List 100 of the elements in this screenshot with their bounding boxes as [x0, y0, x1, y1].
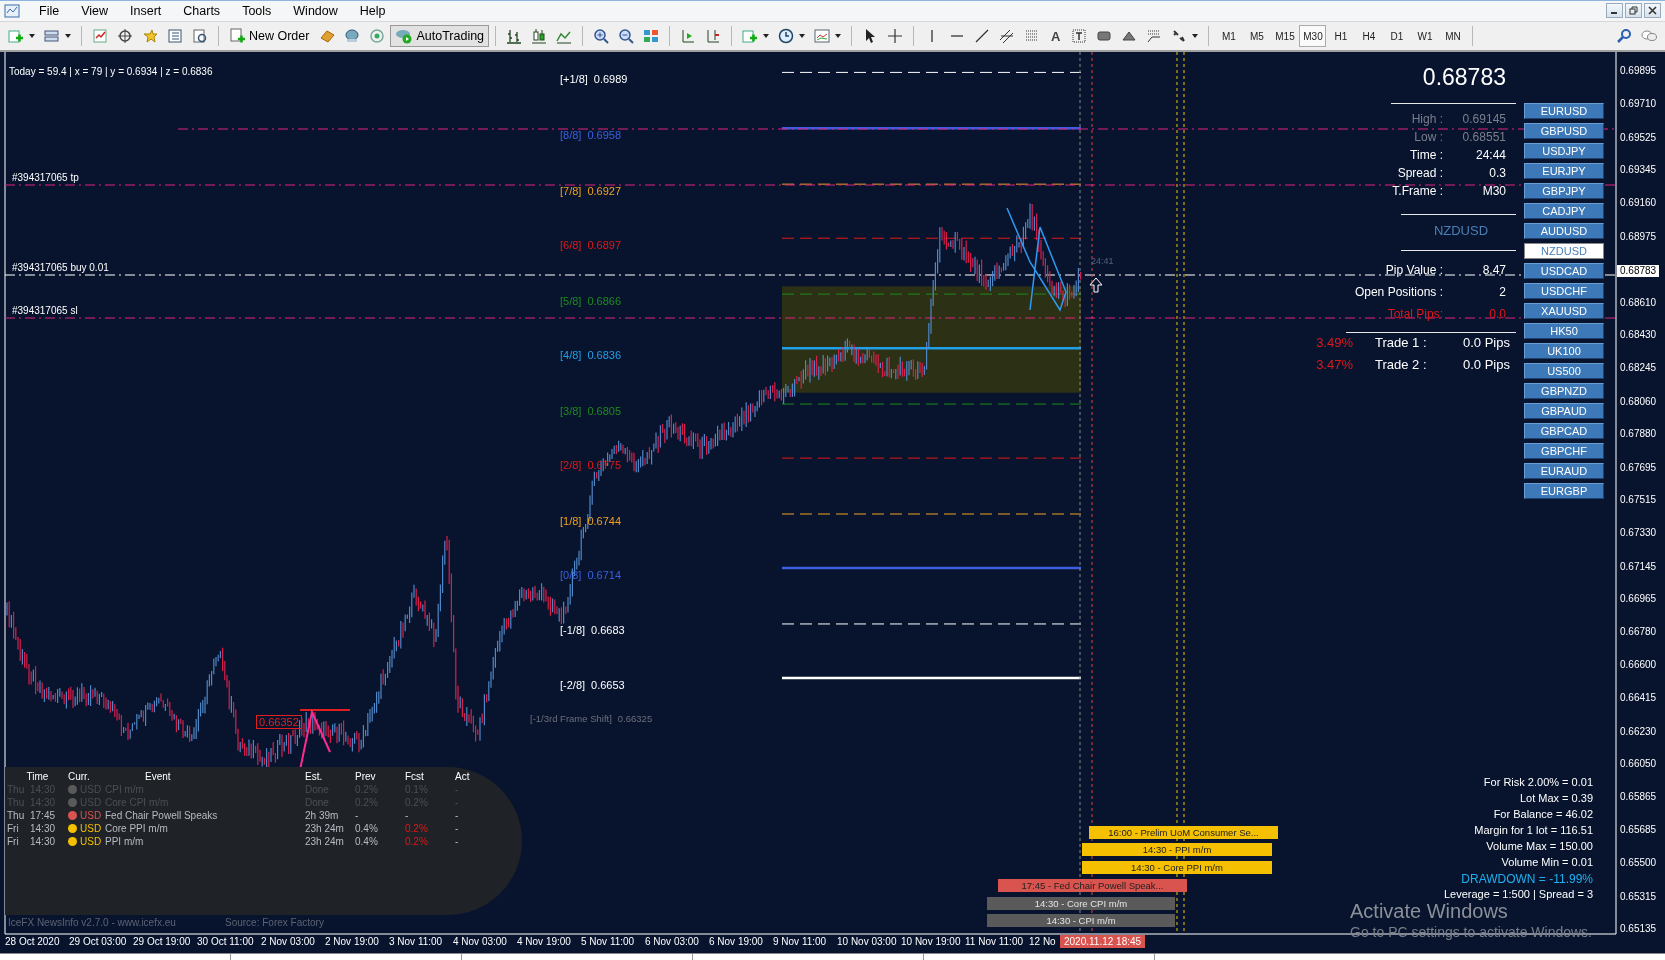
favorites-star-icon[interactable]	[142, 28, 158, 44]
symbol-button[interactable]: USDCHF	[1524, 283, 1604, 299]
text-tool[interactable]: A	[1051, 28, 1061, 44]
symbol-button[interactable]: EURUSD	[1524, 103, 1604, 119]
trade-label: Trade 1 :	[1375, 335, 1428, 350]
text-label-icon[interactable]	[1071, 28, 1088, 44]
price-axis-label: 0.66050	[1620, 758, 1657, 771]
templates-icon[interactable]	[814, 28, 831, 44]
symbol-button[interactable]: GBPCAD	[1524, 423, 1604, 439]
new-order-icon[interactable]	[230, 28, 246, 44]
symbol-button[interactable]: USDJPY	[1524, 143, 1604, 159]
time-axis-label: 6 Nov 19:00	[709, 936, 763, 947]
caret-icon[interactable]	[29, 34, 35, 38]
fibonacci-fan-icon[interactable]	[1146, 28, 1163, 44]
navigator-icon[interactable]	[117, 28, 133, 44]
timeframe-button[interactable]: D1	[1383, 25, 1411, 47]
menu-item[interactable]: File	[28, 4, 71, 18]
symbol-button[interactable]: EURAUD	[1524, 463, 1604, 479]
clock-icon[interactable]	[778, 28, 795, 44]
menu-item[interactable]: View	[70, 4, 120, 18]
equidistant-channel-icon[interactable]	[999, 28, 1016, 44]
symbol-button[interactable]: EURGBP	[1524, 483, 1604, 499]
autoscroll-icon[interactable]	[705, 28, 722, 44]
app-icon[interactable]	[4, 3, 20, 19]
new-chart-icon[interactable]	[8, 28, 24, 44]
zoom-out-icon[interactable]	[618, 28, 635, 44]
symbol-button[interactable]: NZDUSD	[1524, 243, 1604, 259]
news-previous: 0.4%	[355, 836, 379, 847]
caret-icon[interactable]	[1192, 34, 1199, 38]
timeframe-button[interactable]: M30	[1299, 25, 1327, 47]
symbol-button[interactable]: AUDUSD	[1524, 223, 1604, 239]
activation-notice-title: Activate Windows	[1350, 900, 1508, 923]
timeframe-button[interactable]: H1	[1327, 25, 1355, 47]
menu-item[interactable]: Insert	[119, 4, 173, 18]
caret-icon[interactable]	[763, 34, 770, 38]
signal-icon[interactable]	[369, 28, 386, 44]
price-axis-label: 0.65315	[1620, 890, 1657, 903]
risk-info: Lot Max = 0.39	[1519, 792, 1593, 804]
autotrading-button[interactable]: AutoTrading	[390, 25, 490, 47]
zoom-in-icon[interactable]	[593, 28, 610, 44]
symbol-button[interactable]: EURJPY	[1524, 163, 1604, 179]
caret-icon[interactable]	[65, 34, 71, 38]
timeframe-button[interactable]: MN	[1439, 25, 1467, 47]
symbol-button[interactable]: HK50	[1524, 323, 1604, 339]
timeframe-button[interactable]: M1	[1215, 25, 1243, 47]
news-previous: 0.4%	[355, 823, 379, 834]
symbol-button[interactable]: GBPJPY	[1524, 183, 1604, 199]
menu-item[interactable]: Window	[282, 4, 349, 18]
restore-icon[interactable]	[1629, 6, 1638, 15]
menu-item[interactable]: Charts	[172, 4, 232, 18]
candlestick-icon[interactable]	[531, 28, 548, 44]
bar-chart-icon[interactable]	[506, 28, 523, 44]
symbol-button[interactable]: US500	[1524, 363, 1604, 379]
close-button[interactable]	[1644, 3, 1661, 18]
tile-windows-icon[interactable]	[643, 28, 660, 44]
search-icon[interactable]	[1616, 28, 1632, 44]
symbol-button[interactable]: USDCAD	[1524, 263, 1604, 279]
news-forecast: 0.2%	[405, 823, 429, 834]
symbol-button[interactable]: XAUUSD	[1524, 303, 1604, 319]
current-price: 0.68783	[1421, 64, 1506, 91]
timeframe-button[interactable]: H4	[1355, 25, 1383, 47]
time-axis-label: 29 Oct 19:00	[133, 936, 191, 947]
crosshair-icon[interactable]	[887, 28, 904, 44]
new-order-button[interactable]: New Order	[225, 25, 315, 47]
ingot-icon[interactable]	[319, 28, 336, 44]
symbol-button[interactable]: UK100	[1524, 343, 1604, 359]
stat-value: 0.69145	[1461, 112, 1506, 126]
strategy-tester-icon[interactable]	[192, 28, 208, 44]
price-tag: 0.66352	[256, 715, 302, 729]
level-label: [7/8]	[560, 184, 582, 197]
timeframe-button[interactable]: W1	[1411, 25, 1439, 47]
position-value: 8.47	[1481, 263, 1506, 277]
level-label: [5/8]	[560, 294, 582, 307]
arrows-icon[interactable]	[1171, 28, 1188, 44]
profiles-icon[interactable]	[44, 28, 60, 44]
symbol-button[interactable]: GBPCHF	[1524, 443, 1604, 459]
market-watch-icon[interactable]	[92, 28, 108, 44]
chat-icon[interactable]	[1641, 28, 1657, 44]
price-axis-label: 0.69895	[1620, 65, 1657, 77]
chart-shift-icon[interactable]	[680, 28, 697, 44]
time-axis-label: 10 Nov 19:00	[901, 936, 961, 947]
caret-icon[interactable]	[799, 34, 806, 38]
close-icon[interactable]	[1648, 6, 1657, 15]
symbol-button[interactable]: GBPAUD	[1524, 403, 1604, 419]
timeframe-button[interactable]: M15	[1271, 25, 1299, 47]
price-axis-label: 0.69160	[1620, 197, 1657, 210]
restore-button[interactable]	[1625, 3, 1642, 18]
current-price-marker: 0.68783	[1617, 265, 1660, 278]
symbol-button[interactable]: GBPNZD	[1524, 383, 1604, 399]
minimize-button[interactable]	[1606, 3, 1623, 18]
symbol-button[interactable]: CADJPY	[1524, 203, 1604, 219]
price-axis-label: 0.66230	[1620, 725, 1657, 738]
rectangle-icon[interactable]	[1096, 28, 1113, 44]
caret-icon[interactable]	[835, 34, 842, 38]
menu-item[interactable]: Help	[348, 4, 397, 18]
terminal-icon[interactable]	[167, 28, 183, 44]
symbol-button[interactable]: GBPUSD	[1524, 123, 1604, 139]
menu-item[interactable]: Tools	[231, 4, 283, 18]
trend-line-icon[interactable]	[974, 28, 991, 44]
timeframe-button[interactable]: M5	[1243, 25, 1271, 47]
